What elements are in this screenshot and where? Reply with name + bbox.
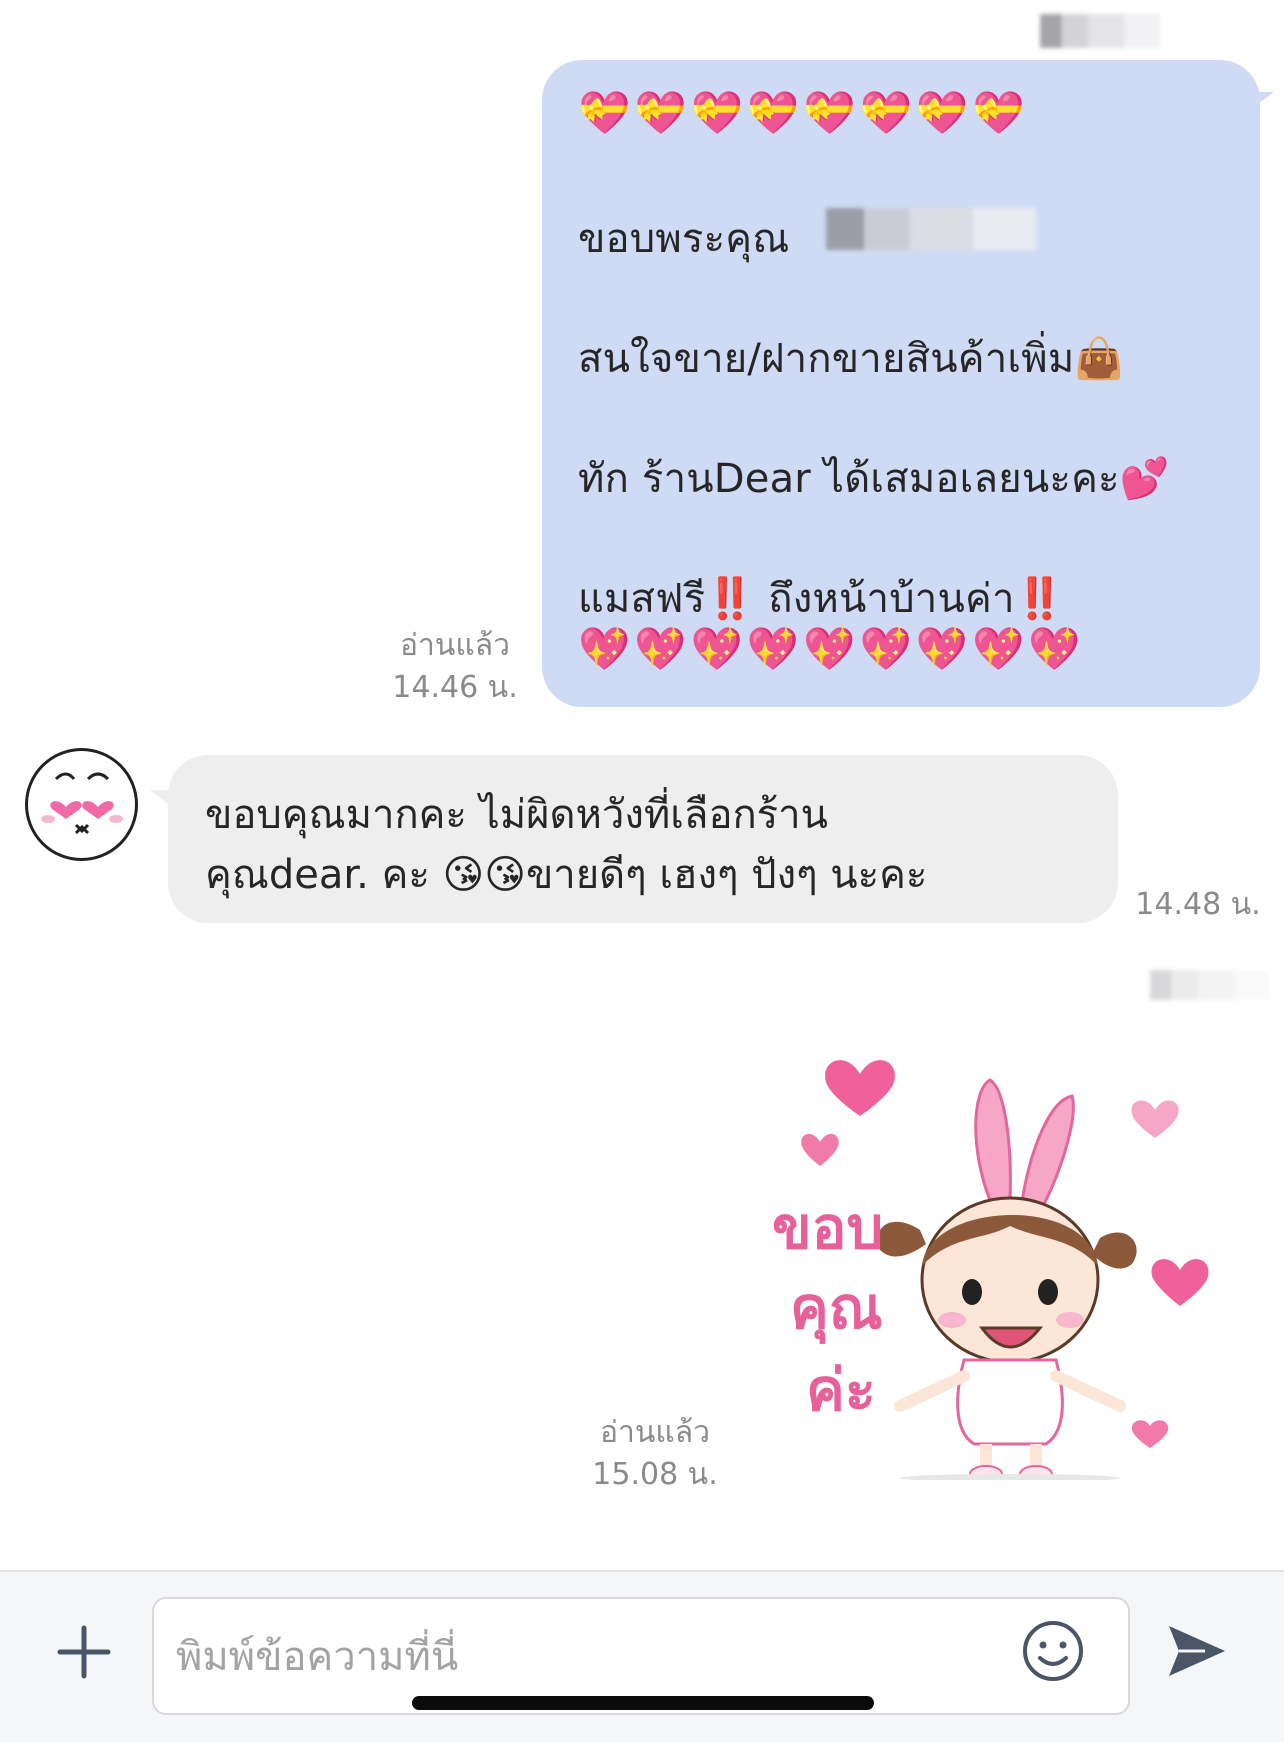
heart-icon bbox=[801, 1133, 839, 1166]
thank-you-sticker[interactable]: ขอบ คุณ ค่ะ bbox=[760, 1030, 1240, 1483]
plus-icon bbox=[57, 1625, 111, 1679]
avatar[interactable] bbox=[25, 748, 138, 861]
outgoing-bubble-tail bbox=[1244, 92, 1274, 114]
redacted-header bbox=[1040, 14, 1160, 48]
message-line-free-delivery: แมสฟรี‼️ ถึงหน้าบ้านค่า‼️ bbox=[578, 576, 1065, 622]
message-line-contact: ทัก ร้านDear ได้เสมอเลยนะคะ💕 bbox=[578, 456, 1170, 502]
message-line-thanks: ขอบพระคุณ bbox=[578, 216, 790, 262]
message-line-sell: สนใจขาย/ฝากขายสินค้าเพิ่ม👜 bbox=[578, 336, 1125, 382]
read-label: อ่านแล้ว bbox=[600, 1415, 710, 1450]
sticker-text-2: คุณ bbox=[790, 1274, 883, 1345]
emoji-button[interactable] bbox=[1020, 1618, 1086, 1684]
send-button[interactable] bbox=[1165, 1622, 1229, 1680]
heart-icon bbox=[825, 1060, 895, 1116]
gift-heart-emojis: 💝💝💝💝💝💝💝💝 bbox=[578, 88, 1029, 137]
message-time: 15.08 น. bbox=[592, 1457, 718, 1492]
bunny-girl-sticker-image: ขอบ คุณ ค่ะ bbox=[772, 1060, 1209, 1483]
incoming-line-2: คุณdear. คะ 😘😘ขายดีๆ เฮงๆ ปังๆ นะคะ bbox=[205, 852, 928, 898]
message-input[interactable] bbox=[174, 1619, 958, 1695]
heart-icon bbox=[1151, 1259, 1209, 1306]
incoming-line-1: ขอบคุณมากคะ ไม่ผิดหวังที่เลือกร้าน bbox=[205, 792, 828, 838]
read-receipt: อ่านแล้ว 14.46 น. bbox=[380, 625, 530, 709]
sticker-text-3: ค่ะ bbox=[806, 1356, 876, 1424]
sparkling-heart-emojis: 💖💖💖💖💖💖💖💖💖 bbox=[578, 624, 1085, 673]
redacted-name bbox=[826, 208, 1036, 250]
redacted-strip bbox=[1150, 970, 1270, 1000]
send-icon bbox=[1169, 1626, 1225, 1676]
heart-eyes-face-icon bbox=[41, 772, 123, 835]
read-label: อ่านแล้ว bbox=[400, 628, 510, 663]
incoming-time: 14.48 น. bbox=[1135, 887, 1261, 922]
heart-icon bbox=[1131, 1420, 1169, 1448]
message-time: 14.46 น. bbox=[392, 670, 518, 705]
plus-button[interactable] bbox=[54, 1622, 114, 1682]
heart-icon bbox=[1131, 1100, 1179, 1138]
sticker-read-receipt: อ่านแล้ว 15.08 น. bbox=[580, 1412, 730, 1496]
sticker-text-1: ขอบ bbox=[772, 1194, 883, 1262]
smiley-icon bbox=[1023, 1621, 1083, 1681]
home-indicator bbox=[412, 1696, 874, 1710]
